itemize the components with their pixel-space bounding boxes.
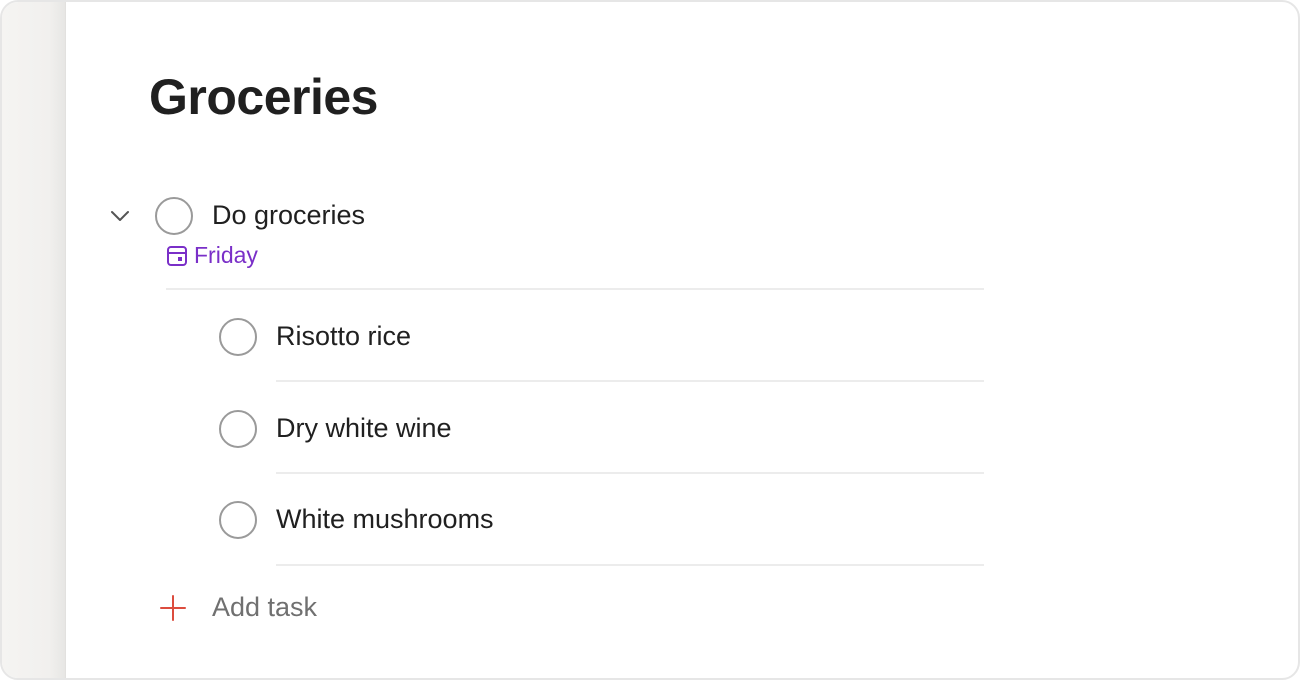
divider [276, 380, 984, 382]
divider [276, 472, 984, 474]
subtask-title[interactable]: Risotto rice [276, 321, 411, 352]
due-date[interactable]: Friday [166, 242, 258, 269]
calendar-icon [167, 245, 187, 266]
add-task-button[interactable]: Add task [158, 592, 317, 623]
task-checkbox[interactable] [155, 197, 193, 235]
due-date-label: Friday [194, 242, 258, 268]
sidebar-edge [2, 2, 66, 678]
divider [276, 564, 984, 566]
subtask-checkbox[interactable] [219, 501, 257, 539]
task-title[interactable]: Do groceries [212, 200, 365, 231]
plus-icon [160, 594, 186, 621]
app-window: Groceries Do groceries Friday Risotto ri… [0, 0, 1300, 680]
subtask-title[interactable]: Dry white wine [276, 413, 452, 444]
chevron-down-icon[interactable] [106, 202, 134, 230]
divider [166, 288, 984, 290]
page-title: Groceries [149, 69, 378, 125]
add-task-label: Add task [212, 592, 318, 622]
subtask-title[interactable]: White mushrooms [276, 504, 494, 535]
subtask-checkbox[interactable] [219, 410, 257, 448]
subtask-checkbox[interactable] [219, 318, 257, 356]
